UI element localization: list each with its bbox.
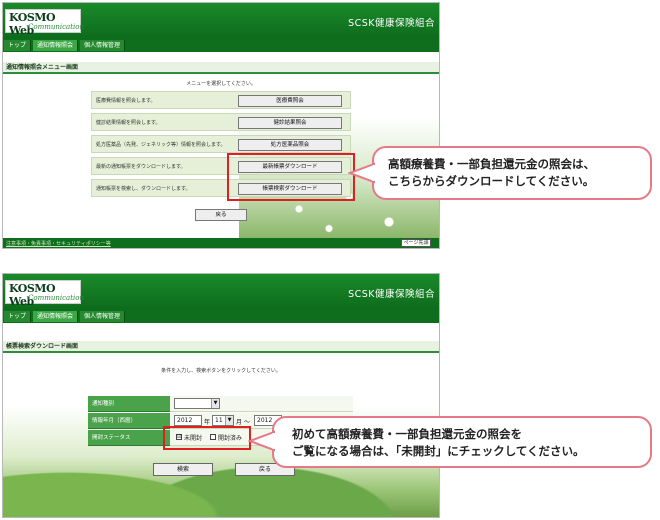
highlight-box [163,426,251,450]
month-unit: 月 [236,419,243,426]
header-bar: KOSMO Web Communication SCSK健康保険組合 [3,3,439,39]
callout-line: ご覧になる場合は、「未開封」にチェックしてください。 [292,444,585,458]
tab-top[interactable]: トップ [4,40,32,51]
form-cell: ▼ [170,396,353,412]
footer-bar: 注意事項・免責事項・セキュリティポリシー等 ページ先頭 [3,238,439,248]
tab-personal-info[interactable]: 個人情報管理 [80,311,126,322]
search-button[interactable]: 検索 [153,463,213,476]
callout-line: こちらからダウンロードしてください。 [388,174,595,188]
instruction-text: メニューを選択してください。 [186,81,256,87]
status-label: 開封ステータス [88,430,170,446]
tab-top[interactable]: トップ [4,311,32,322]
menu-row-desc: 最新の通知帳票をダウンロードします。 [96,164,186,170]
screenshot-search-download: KOSMO Web Communication SCSK健康保険組合 トップ 通… [2,273,440,518]
kosmo-logo[interactable]: KOSMO Web Communication [5,280,84,308]
page-top-badge[interactable]: ページ先頭 [401,239,431,247]
notice-type-select[interactable]: ▼ [174,398,220,409]
menu-row-desc: 通知帳票を検索し、ダウンロードします。 [96,186,191,192]
medical-cost-button[interactable]: 医療費照会 [238,95,342,107]
organization-name: SCSK健康保険組合 [348,18,435,29]
from-month-select[interactable]: 11 ▼ [212,415,234,426]
page-title: 帳票検索ダウンロード画面 [3,341,439,353]
form-row: 通知種別 ▼ [88,396,353,412]
tab-notice-inquiry[interactable]: 通知情報照会 [33,311,79,322]
header-bar: KOSMO Web Communication SCSK健康保険組合 [3,274,439,310]
callout-pointer [348,162,376,184]
back-button[interactable]: 戻る [195,209,247,221]
menu-row: 処方医薬品（先発、ジェネリック等）情報を照会します。 処方医薬品照会 [91,135,351,153]
checkup-result-button[interactable]: 健診結果照会 [238,117,342,129]
logo-sub-text: Communication [28,294,84,302]
nav-tabs: トップ 通知情報照会 個人情報管理 [3,39,439,52]
screenshot-menu: KOSMO Web Communication SCSK健康保険組合 トップ 通… [2,2,440,249]
menu-row-desc: 健診結果情報を照会します。 [96,120,161,126]
tab-notice-inquiry[interactable]: 通知情報照会 [33,40,79,51]
year-unit: 年 [204,419,211,426]
organization-name: SCSK健康保険組合 [348,289,435,300]
callout-unopened: 初めて高額療養費・一部負担還元金の照会を ご覧になる場合は、「未開封」にチェック… [272,416,652,468]
chevron-down-icon: ▼ [211,399,219,408]
callout-line: 初めて高額療養費・一部負担還元金の照会を [292,427,522,441]
menu-row: 健診結果情報を照会します。 健診結果照会 [91,113,351,131]
date-label: 情報年月（西暦） [88,413,170,429]
menu-row-desc: 医療費情報を照会します。 [96,98,156,104]
from-month-value: 11 [215,417,223,424]
range-separator: ～ [244,419,251,426]
callout-line: 高額療養費・一部負担還元金の照会は、 [388,157,595,171]
kosmo-logo[interactable]: KOSMO Web Communication [5,9,84,37]
callout-pointer [248,430,276,452]
instruction-text: 条件を入力し、検索ボタンをクリックしてください。 [161,368,281,374]
page-title: 通知情報照会メニュー画面 [3,62,439,74]
menu-row: 医療費情報を照会します。 医療費照会 [91,91,351,109]
prescription-button[interactable]: 処方医薬品照会 [238,139,342,151]
nav-tabs: トップ 通知情報照会 個人情報管理 [3,310,439,323]
callout-download: 高額療養費・一部負担還元金の照会は、 こちらからダウンロードしてください。 [372,146,652,200]
from-year-input[interactable]: 2012 [174,415,202,426]
tab-personal-info[interactable]: 個人情報管理 [80,40,126,51]
chevron-down-icon: ▼ [225,416,233,425]
footer-link[interactable]: 注意事項・免責事項・セキュリティポリシー等 [6,240,111,247]
logo-sub-text: Communication [28,23,84,31]
menu-row-desc: 処方医薬品（先発、ジェネリック等）情報を照会します。 [96,142,226,148]
highlight-box [227,153,355,201]
notice-type-label: 通知種別 [88,396,170,412]
